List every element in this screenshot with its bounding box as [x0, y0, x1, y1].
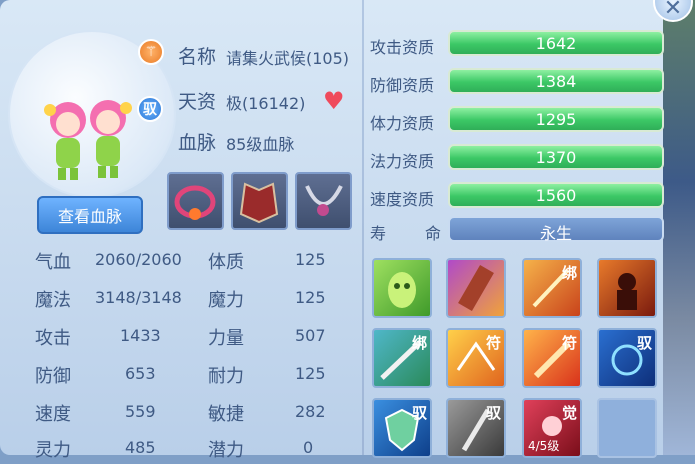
- skill-slot-3[interactable]: 绑: [522, 258, 582, 318]
- pet-chibi-image: [44, 100, 132, 180]
- aptitude-bar: 1370: [448, 144, 664, 170]
- stat-potential-label: 潜力: [208, 440, 244, 461]
- view-bloodline-button[interactable]: 查看血脉: [37, 196, 143, 234]
- aptitude-value: 1370: [535, 148, 577, 167]
- stat-hp-value: 2060/2060: [95, 250, 182, 269]
- skill-slot-9[interactable]: 驭: [372, 398, 432, 458]
- aptitude-label: 法力资质: [370, 152, 435, 171]
- stat-attack-label: 攻击: [35, 328, 71, 349]
- demon-skill-icon: [617, 273, 637, 310]
- collar-icon: [174, 185, 216, 220]
- skill-tag: 觉: [561, 404, 577, 422]
- bloodline-label: 血脉: [178, 132, 217, 154]
- necklace-icon: [305, 185, 343, 216]
- aptitude-value: 1295: [535, 110, 577, 129]
- skill-slot-6[interactable]: 符: [446, 328, 506, 388]
- aptitude-label: 速度资质: [370, 190, 435, 209]
- skill-slot-7[interactable]: 符: [522, 328, 582, 388]
- skill-tag: 驭: [636, 334, 652, 352]
- aptitude-value: 极(16142): [226, 94, 306, 113]
- stat-agility-value: 282: [295, 402, 326, 421]
- stat-magic-value: 125: [295, 288, 326, 307]
- aptitude-label: 体力资质: [370, 114, 435, 133]
- skill-slot-4[interactable]: [597, 258, 657, 318]
- aptitude-row-stamina: 体力资质 1295: [370, 106, 665, 134]
- skill-slot-10[interactable]: 驭: [446, 398, 506, 458]
- scroll-skill-icon: [458, 264, 494, 312]
- aptitude-label: 防御资质: [370, 76, 435, 95]
- stat-strength-label: 力量: [208, 328, 244, 349]
- armor-icon: [239, 182, 279, 224]
- bloodline-value: 85级血脉: [226, 135, 295, 154]
- life-value: 永生: [539, 224, 572, 243]
- stat-constitution-label: 体质: [208, 252, 244, 273]
- panel-divider: [362, 0, 364, 455]
- skill-tag: 绑: [411, 334, 427, 352]
- stat-mp-value: 3148/3148: [95, 288, 182, 307]
- equipment-slot-collar[interactable]: [167, 172, 224, 230]
- stat-strength-value: 507: [295, 326, 326, 345]
- stat-mp-label: 魔法: [35, 290, 71, 311]
- stat-hp-label: 气血: [35, 252, 71, 273]
- life-label-1: 寿: [370, 224, 387, 243]
- stat-defense-value: 653: [125, 364, 156, 383]
- aptitude-row-magic: 法力资质 1370: [370, 144, 665, 172]
- close-icon: ✕: [663, 0, 683, 21]
- skill-slot-5[interactable]: 绑: [372, 328, 432, 388]
- stat-potential-value: 0: [303, 438, 314, 457]
- life-bar: 永生: [448, 216, 664, 243]
- aptitude-value: 1560: [535, 186, 577, 205]
- background-game-scene: [663, 0, 695, 455]
- name-label: 名称: [178, 46, 217, 68]
- stat-magic-label: 魔力: [208, 290, 244, 311]
- aptitude-row-defense: 防御资质 1384: [370, 68, 665, 96]
- aptitude-value: 1384: [535, 72, 577, 91]
- skill-slot-2[interactable]: [446, 258, 506, 318]
- stat-speed-value: 559: [125, 402, 156, 421]
- aptitude-row-attack: 攻击资质 1642: [370, 30, 665, 58]
- heart-icon[interactable]: ♥: [323, 87, 345, 115]
- life-row: 寿 命 永生: [370, 216, 665, 244]
- aptitude-bar: 1560: [448, 182, 664, 208]
- stat-attack-value: 1433: [120, 326, 161, 345]
- name-value: 请集火武侯(105): [226, 49, 350, 68]
- skill-tag: 符: [485, 334, 501, 352]
- stat-agility-label: 敏捷: [208, 404, 244, 425]
- skill-tag: 驭: [411, 404, 427, 422]
- aptitude-bar: 1384: [448, 68, 664, 94]
- skill-slot-11[interactable]: 觉 4/5级: [522, 398, 582, 458]
- skill-slot-1[interactable]: [372, 258, 432, 318]
- stat-constitution-value: 125: [295, 250, 326, 269]
- stat-endurance-value: 125: [295, 364, 326, 383]
- aptitude-value: 1642: [535, 34, 577, 53]
- stat-spirit-label: 灵力: [35, 440, 71, 461]
- equipment-slot-necklace[interactable]: [295, 172, 352, 230]
- equipment-slot-armor[interactable]: [231, 172, 288, 230]
- ride-badge: 驭: [137, 96, 163, 122]
- skill-slot-12-empty[interactable]: [597, 398, 657, 458]
- pet-type-icon: ⚚: [138, 39, 164, 65]
- aptitude-row-speed: 速度资质 1560: [370, 182, 665, 210]
- aptitude-bar: 1642: [448, 30, 664, 56]
- stat-defense-label: 防御: [35, 366, 71, 387]
- stat-endurance-label: 耐力: [208, 366, 244, 387]
- skill-level-text: 4/5级: [528, 439, 560, 453]
- aptitude-label: 攻击资质: [370, 38, 435, 57]
- skill-tag: 符: [561, 334, 577, 352]
- aptitude-bar: 1295: [448, 106, 664, 132]
- stat-speed-label: 速度: [35, 404, 71, 425]
- skill-tag: 绑: [561, 264, 577, 282]
- skill-slot-8[interactable]: 驭: [597, 328, 657, 388]
- skill-tag: 驭: [485, 404, 501, 422]
- aptitude-label: 天资: [178, 91, 217, 113]
- stat-spirit-value: 485: [125, 438, 156, 457]
- ghost-skill-icon: [388, 272, 416, 308]
- life-label-2: 命: [425, 224, 442, 243]
